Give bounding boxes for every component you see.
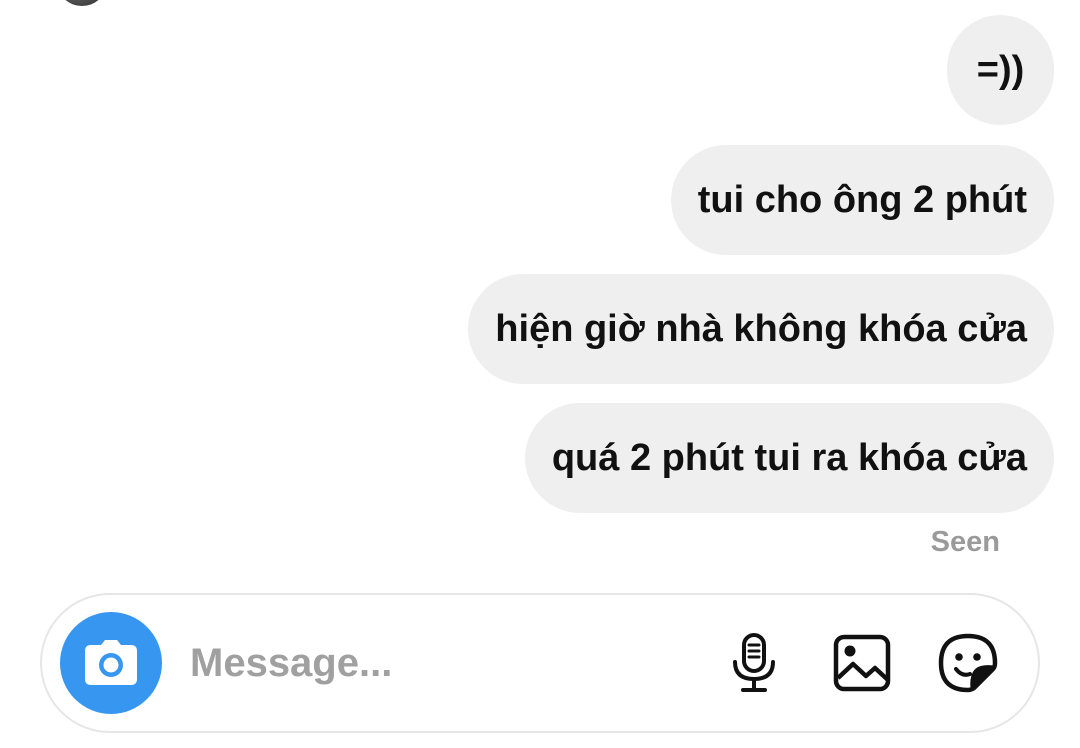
message-bubble[interactable]: hiện giờ nhà không khóa cửa — [468, 274, 1054, 384]
microphone-icon — [733, 633, 775, 692]
message-text: tui cho ông 2 phút — [697, 179, 1027, 221]
image-icon — [833, 634, 891, 692]
message-text: hiện giờ nhà không khóa cửa — [495, 308, 1027, 350]
message-bubble[interactable]: quá 2 phút tui ra khóa cửa — [524, 403, 1054, 513]
gallery-button[interactable] — [828, 629, 896, 697]
voice-message-button[interactable] — [720, 629, 788, 697]
camera-icon — [85, 640, 137, 685]
sticker-icon — [938, 633, 998, 693]
message-text: =)) — [976, 49, 1025, 91]
message-bubble[interactable]: =)) — [947, 15, 1054, 125]
message-bubble[interactable]: tui cho ông 2 phút — [670, 145, 1054, 255]
message-text: quá 2 phút tui ra khóa cửa — [551, 437, 1027, 479]
camera-button[interactable] — [60, 612, 162, 714]
contact-avatar[interactable] — [58, 0, 106, 6]
sticker-button[interactable] — [934, 629, 1002, 697]
message-composer — [40, 593, 1040, 733]
seen-status: Seen — [930, 526, 1000, 558]
chat-screen: =)) tui cho ông 2 phút hiện giờ nhà khôn… — [0, 0, 1080, 748]
message-input[interactable] — [190, 635, 670, 691]
